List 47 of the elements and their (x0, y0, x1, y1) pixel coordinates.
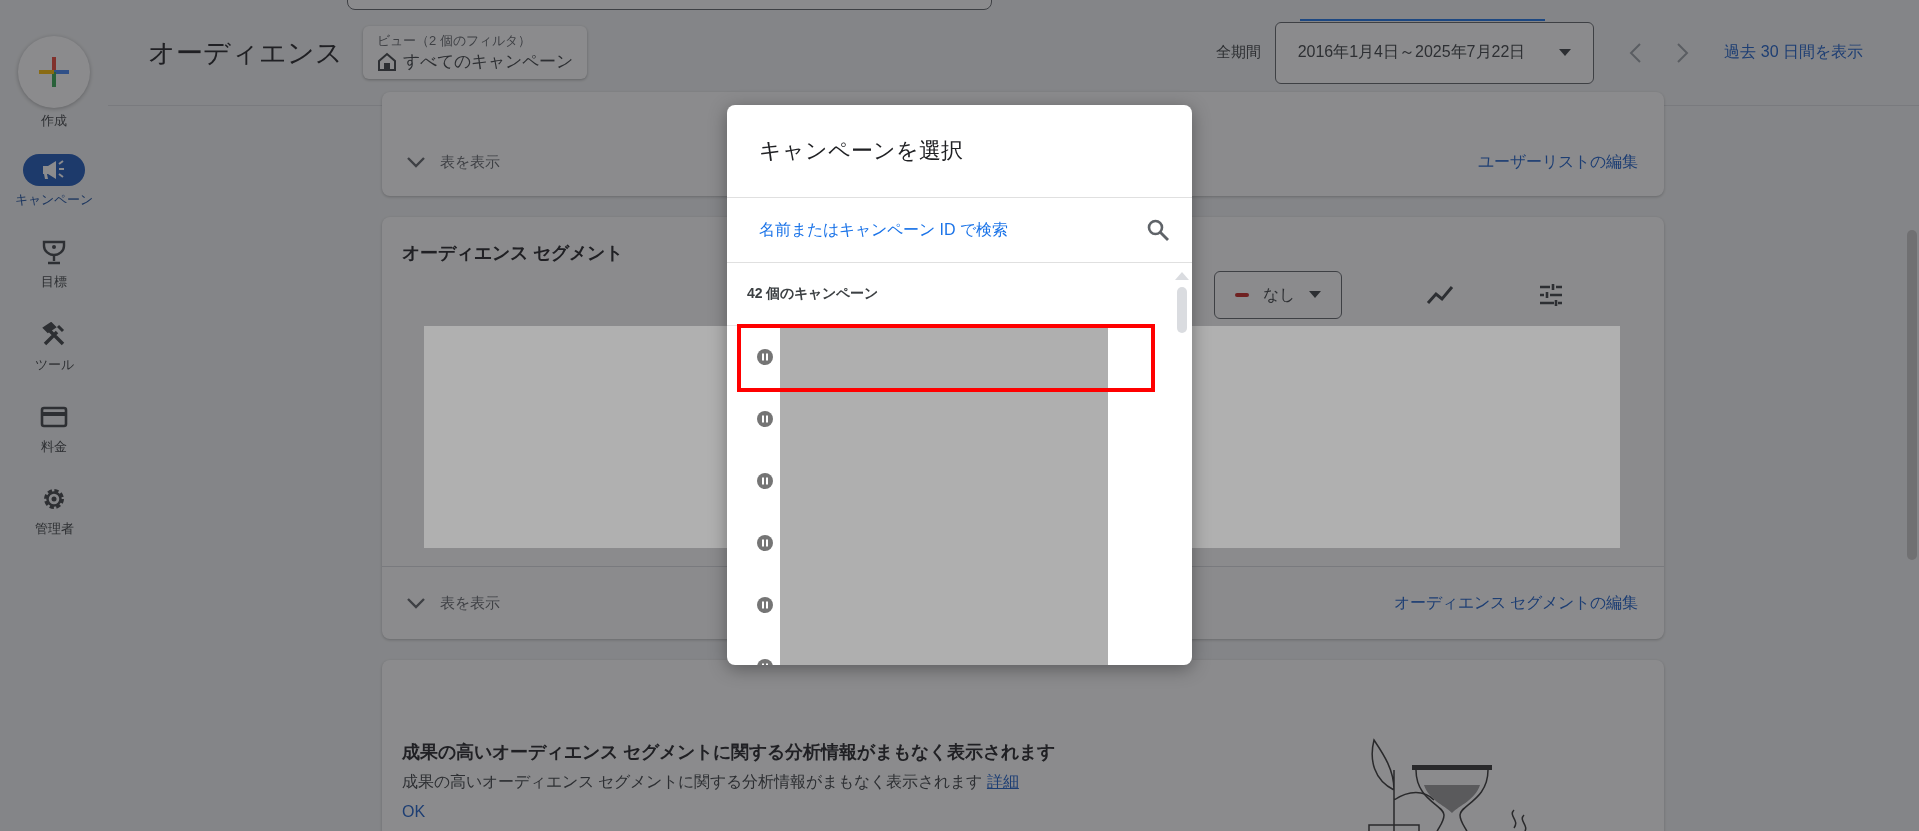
view-selector[interactable]: ビュー（2 個のフィルタ） すべてのキャンペーン (363, 26, 587, 79)
dialog-title: キャンペーンを選択 (727, 105, 1192, 198)
caret-icon (1559, 48, 1572, 57)
page-title: オーディエンス (148, 36, 343, 70)
pause-icon[interactable] (757, 535, 773, 551)
nav-item[interactable]: 管理者 (11, 483, 97, 538)
insights-text: 成果の高いオーディエンス セグメントに関する分析情報がまもなく表示されます (402, 773, 983, 790)
settings-icon (41, 486, 67, 512)
caret-icon (1309, 291, 1321, 299)
nav-item[interactable]: 料金 (11, 400, 97, 455)
trend-line-icon[interactable] (1426, 285, 1454, 305)
ok-button[interactable]: OK (402, 803, 426, 821)
create-label: 作成 (41, 112, 67, 130)
view-caption: ビュー（2 個のフィルタ） (377, 32, 532, 50)
show-table-toggle[interactable]: 表を表示 (406, 152, 500, 172)
pause-icon[interactable] (757, 349, 773, 365)
tools-icon (41, 321, 67, 348)
line-swatch-icon (1235, 293, 1249, 297)
edit-segment-link[interactable]: オーディエンス セグメントの編集 (1393, 592, 1638, 614)
campaign-count: 42 個のキャンペーン (727, 263, 1152, 326)
chevron-down-icon (406, 597, 426, 609)
recent-period-link[interactable]: 過去 30 日間を表示 (1724, 42, 1863, 63)
nav-item[interactable]: 目標 (11, 236, 97, 291)
plus-icon (37, 55, 71, 89)
show-table-toggle[interactable]: 表を表示 (406, 593, 500, 613)
scrollbar-thumb[interactable] (1177, 287, 1187, 333)
insights-heading: 成果の高いオーディエンス セグメントに関する分析情報がまもなく表示されます (402, 741, 1055, 764)
chevron-down-icon (406, 156, 426, 168)
create-button[interactable] (18, 36, 90, 108)
nav-item[interactable]: ツール (11, 318, 97, 373)
period-label: 全期間 (1215, 43, 1261, 62)
edit-user-list-link[interactable]: ユーザーリストの編集 (1478, 151, 1638, 173)
date-range-dropdown[interactable]: 2016年1月4日～2025年7月22日 (1274, 21, 1595, 84)
adjust-icon[interactable] (1538, 282, 1564, 308)
nav-item[interactable]: キャンペーン (11, 154, 97, 209)
card-title: オーディエンス セグメント (402, 242, 623, 265)
filter-dropdown[interactable]: なし (1214, 271, 1342, 319)
megaphone-icon (41, 159, 67, 181)
search-icon[interactable] (1146, 218, 1170, 242)
pause-icon[interactable] (757, 473, 773, 489)
home-icon (377, 51, 397, 72)
pause-icon[interactable] (757, 411, 773, 427)
card-icon (40, 405, 68, 428)
trophy-icon (41, 239, 67, 266)
view-value: すべてのキャンペーン (403, 51, 573, 73)
details-link[interactable]: 詳細 (986, 773, 1019, 790)
pause-icon[interactable] (757, 597, 773, 613)
